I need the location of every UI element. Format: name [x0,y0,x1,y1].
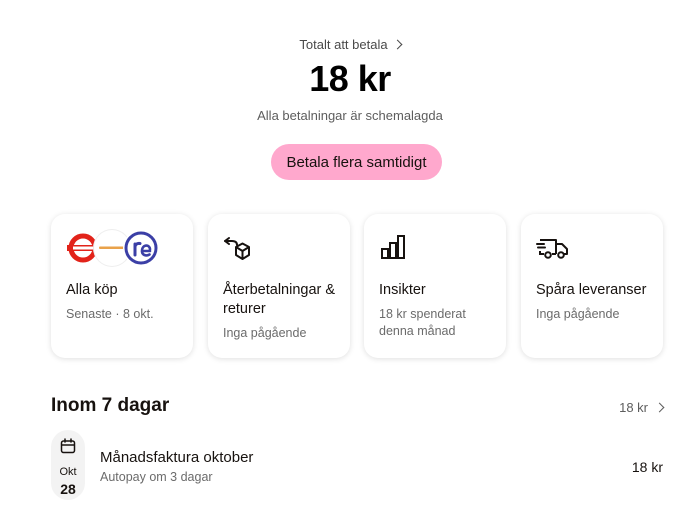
card-title: Insikter [379,282,426,298]
due-month: Okt [59,466,77,478]
calendar-icon [60,438,76,454]
payment-status-text: Alla betalningar är schemalagda [257,108,443,123]
card-subtitle: Inga pågående [223,326,307,340]
bar-chart-icon [381,235,405,259]
card-title: Återbetalningar & returer [223,282,336,317]
card-subtitle: Inga pågående [536,307,620,321]
card-subtitle: 18 kr spenderat denna månad [379,307,466,338]
section-title: Inom 7 dagar [51,395,170,416]
total-amount: 18 kr [309,58,391,99]
delivery-truck-icon [536,239,568,259]
card-title: Alla köp [66,282,118,298]
invoice-title[interactable]: Månadsfaktura oktober [100,449,253,466]
refunds-returns-card[interactable]: Återbetalningar & returer Inga pågående [208,214,350,358]
all-purchases-card[interactable]: Alla köp Senaste · 8 okt. [51,214,193,358]
card-content: Alla köp Senaste · 8 okt. [66,281,184,323]
invoice-subtitle: Autopay om 3 dagar [100,470,213,484]
card-title: Spåra leveranser [536,282,647,298]
card-subtitle: Senaste · 8 okt. [66,307,154,321]
chevron-right-icon [392,39,403,50]
insights-card[interactable]: Insikter 18 kr spenderat denna månad [364,214,506,358]
track-deliveries-card[interactable]: Spåra leveranser Inga pågående [521,214,663,358]
return-box-icon [224,237,250,260]
invoice-amount: 18 kr [631,459,663,475]
card-content: Insikter 18 kr spenderat denna månad [379,281,497,340]
re-logo [123,230,159,266]
section-total-link[interactable]: 18 kr [619,400,665,415]
pay-multiple-button[interactable]: Betala flera samtidigt [271,144,442,180]
due-day: 28 [60,481,76,497]
total-to-pay-link[interactable]: Totalt att betala [0,37,700,52]
due-date-badge: Okt 28 [51,430,85,500]
card-content: Återbetalningar & returer Inga pågående [223,281,341,342]
chevron-right-icon [654,402,665,413]
section-total-amount: 18 kr [619,400,648,415]
merchant-logos [65,228,160,268]
card-content: Spåra leveranser Inga pågående [536,281,654,323]
total-label: Totalt att betala [299,37,388,52]
